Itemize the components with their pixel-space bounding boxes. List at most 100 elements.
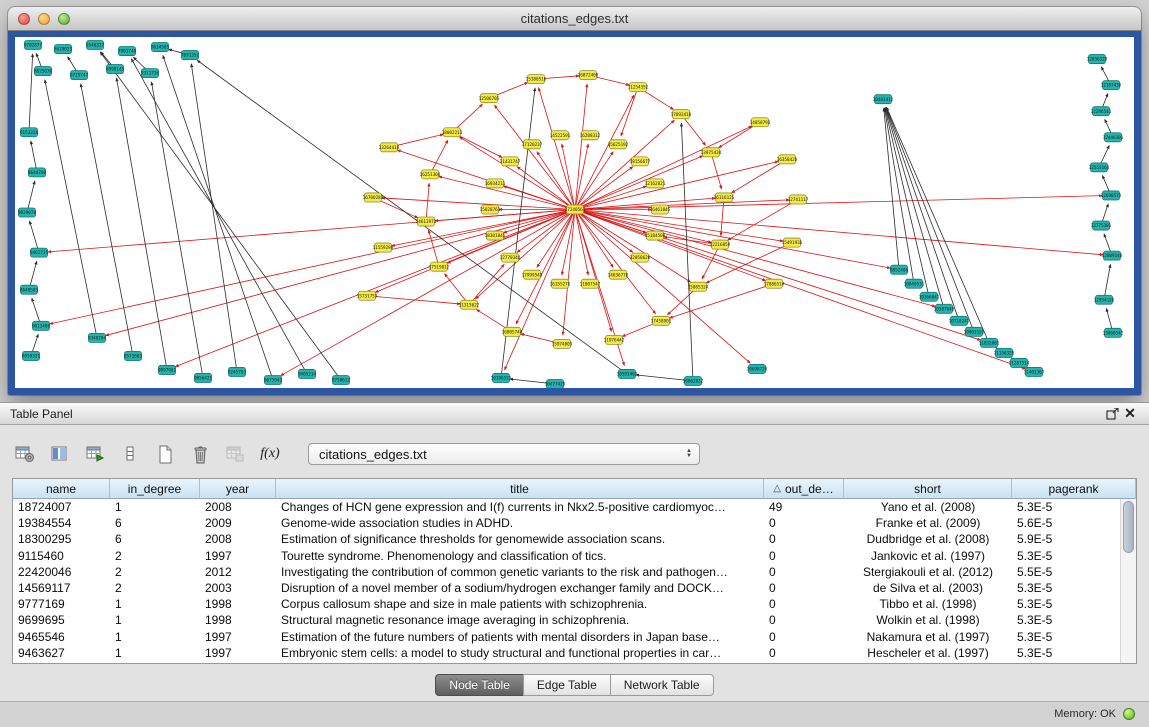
graph-node[interactable]: 16934211 — [485, 179, 506, 188]
cell-short[interactable]: Dudbridge et al. (2008) — [844, 532, 1012, 546]
cell-pagerank[interactable]: 5.3E-5 — [1012, 581, 1136, 595]
window-titlebar[interactable]: citations_edges.txt — [8, 7, 1141, 31]
column-header-short[interactable]: short — [844, 479, 1012, 499]
graph-node[interactable]: 8644708 — [28, 168, 46, 177]
graph-node[interactable]: 10862012 — [683, 376, 704, 385]
graph-node[interactable]: 15625192 — [608, 140, 629, 149]
cell-name[interactable]: 9699695 — [13, 613, 110, 627]
column-header-name[interactable]: name — [13, 479, 110, 499]
trash-icon[interactable] — [187, 441, 213, 467]
cell-name[interactable]: 18300295 — [13, 532, 110, 546]
graph-node[interactable]: 9340204 — [88, 333, 106, 342]
table-panel-header[interactable]: Table Panel ✕ — [0, 403, 1149, 425]
citation-edge-black[interactable] — [197, 60, 627, 374]
graph-node[interactable]: 9153220 — [20, 128, 38, 137]
graph-node[interactable]: 8629023 — [54, 45, 72, 54]
cell-out_degree[interactable]: 0 — [764, 630, 844, 644]
table-row[interactable]: 977716911998Corpus callosum shape and si… — [13, 596, 1136, 612]
tab-edge-table[interactable]: Edge Table — [523, 674, 611, 696]
new-document-icon[interactable] — [152, 441, 178, 467]
graph-node[interactable]: 14613971 — [416, 217, 437, 226]
graph-node[interactable]: 9702877 — [24, 41, 42, 50]
graph-node[interactable]: 12954120 — [1094, 295, 1115, 304]
graph-node[interactable]: 17893410 — [671, 110, 692, 119]
graph-node[interactable]: 16805744 — [502, 327, 523, 336]
cell-out_degree[interactable]: 0 — [764, 646, 844, 660]
cell-short[interactable]: Jankovic et al. (1997) — [844, 549, 1012, 563]
tab-network-table[interactable]: Network Table — [610, 674, 714, 696]
graph-node[interactable]: 16700281 — [363, 193, 384, 202]
graph-node[interactable]: 16872400 — [578, 71, 599, 80]
cell-name[interactable]: 9777169 — [13, 597, 110, 611]
graph-node[interactable]: 11559290 — [373, 243, 394, 252]
citation-edge-black[interactable] — [681, 123, 693, 381]
cell-title[interactable]: Tourette syndrome. Phenomenology and cla… — [276, 549, 764, 563]
float-panel-icon[interactable] — [1103, 406, 1121, 422]
graph-node[interactable]: 17999543 — [522, 270, 543, 279]
citation-edge-red[interactable] — [702, 245, 720, 279]
graph-node[interactable]: 15028761 — [480, 205, 501, 214]
citation-edge-red[interactable] — [670, 284, 774, 318]
cell-short[interactable]: Wolkin et al. (1998) — [844, 613, 1012, 627]
citation-edge-black[interactable] — [884, 108, 899, 269]
cell-pagerank[interactable]: 5.3E-5 — [1012, 597, 1136, 611]
cell-pagerank[interactable]: 5.9E-5 — [1012, 532, 1136, 546]
citation-edge-red[interactable] — [426, 183, 429, 221]
citation-edge-black[interactable] — [1104, 265, 1110, 300]
cell-year[interactable]: 1998 — [200, 597, 276, 611]
cell-year[interactable]: 2012 — [200, 565, 276, 579]
graph-node[interactable]: 15974803 — [552, 339, 573, 348]
graph-node[interactable]: 18301045 — [485, 231, 506, 240]
graph-node[interactable]: 12296541 — [1091, 107, 1112, 116]
citation-edge-black[interactable] — [163, 56, 273, 380]
graph-node[interactable]: 12553164 — [1089, 163, 1110, 172]
citation-edge-black[interactable] — [191, 64, 237, 372]
table-row[interactable]: 1456911722003Disruption of a novel membe… — [13, 580, 1136, 596]
graph-node[interactable]: 17519812 — [429, 262, 450, 271]
cell-year[interactable]: 1997 — [200, 646, 276, 660]
table-row[interactable]: 946362711997Embryonic stem cells: a mode… — [13, 645, 1136, 661]
citation-edge-red[interactable] — [367, 296, 460, 304]
citation-edge-red[interactable] — [711, 152, 722, 189]
row-height-icon[interactable] — [117, 441, 143, 467]
graph-node[interactable]: 17120237 — [522, 140, 543, 149]
cell-out_degree[interactable]: 0 — [764, 565, 844, 579]
cell-title[interactable]: Estimation of the future numbers of pati… — [276, 630, 764, 644]
table-row[interactable]: 1872400712008Changes of HCN gene express… — [13, 499, 1136, 515]
citation-edge-red[interactable] — [460, 137, 575, 209]
cell-title[interactable]: Structural magnetic resonance image aver… — [276, 613, 764, 627]
table-row[interactable]: 911546021997Tourette syndrome. Phenomeno… — [13, 548, 1136, 564]
graph-node[interactable]: 12741117 — [788, 195, 809, 204]
function-builder-icon[interactable]: f(x) — [257, 441, 283, 467]
graph-node[interactable]: 17086514 — [764, 279, 785, 288]
graph-node[interactable]: 10477429 — [545, 379, 566, 388]
citation-edge-red[interactable] — [563, 209, 575, 334]
graph-node[interactable]: 8825036 — [34, 67, 52, 76]
cell-title[interactable]: Disruption of a novel member of a sodium… — [276, 581, 764, 595]
graph-node[interactable]: 12775301 — [1091, 221, 1112, 230]
cell-out_degree[interactable]: 0 — [764, 581, 844, 595]
cell-pagerank[interactable]: 5.3E-5 — [1012, 630, 1136, 644]
cell-name[interactable]: 19384554 — [13, 516, 110, 530]
table-options-icon[interactable] — [12, 441, 38, 467]
cell-short[interactable]: Nakamura et al. (1997) — [844, 630, 1012, 644]
cell-pagerank[interactable]: 5.3E-5 — [1012, 549, 1136, 563]
tab-node-table[interactable]: Node Table — [435, 674, 524, 696]
graph-node[interactable]: 14636778 — [608, 270, 629, 279]
cell-name[interactable]: 22420046 — [13, 565, 110, 579]
citation-edge-red[interactable] — [516, 209, 575, 323]
cell-out_degree[interactable]: 0 — [764, 549, 844, 563]
cell-out_degree[interactable]: 49 — [764, 500, 844, 514]
graph-node[interactable]: 10049531 — [904, 279, 925, 288]
graph-node[interactable]: 10366041 — [919, 292, 940, 301]
citation-edge-red[interactable] — [50, 209, 575, 323]
cell-pagerank[interactable]: 5.5E-5 — [1012, 565, 1136, 579]
cell-in_degree[interactable]: 2 — [110, 581, 200, 595]
show-columns-icon[interactable] — [47, 441, 73, 467]
table-row[interactable]: 969969511998Structural magnetic resonanc… — [13, 612, 1136, 628]
cell-year[interactable]: 2008 — [200, 532, 276, 546]
graph-node[interactable]: 9750612 — [332, 375, 350, 384]
graph-node[interactable]: 11287514 — [1009, 358, 1030, 367]
graph-node[interactable]: 10587640 — [934, 304, 955, 313]
graph-node[interactable]: 17240561 — [565, 205, 586, 214]
